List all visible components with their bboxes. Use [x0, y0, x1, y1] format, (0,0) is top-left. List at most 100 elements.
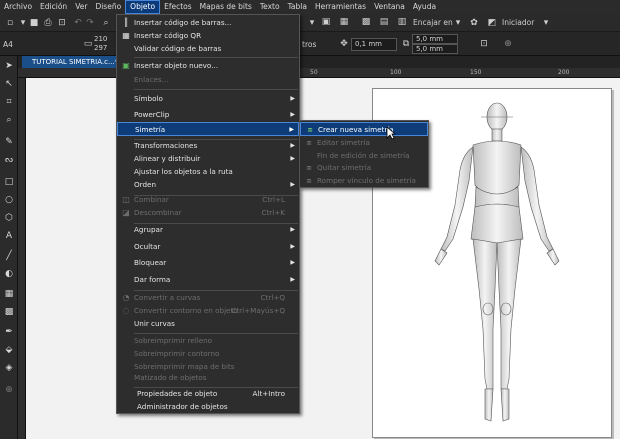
menu-item-fit-to-path[interactable]: Ajustar los objetos a la ruta	[117, 165, 299, 179]
menu-item-outline-to-object[interactable]: ◌ Convertir contorno en objeto Ctrl+Mayú…	[117, 304, 299, 318]
zoom-dropdown-icon[interactable]: ▾	[306, 17, 318, 29]
menu-item-align-distribute[interactable]: Alinear y distribuir ▶	[117, 152, 299, 166]
menu-mapas-de-bits[interactable]: Mapas de bits	[196, 0, 256, 14]
outline-object-icon: ◌	[122, 306, 130, 315]
menu-item-hide[interactable]: Ocultar ▶	[117, 240, 299, 254]
menu-edicion[interactable]: Edición	[36, 0, 71, 14]
menu-item-create-symmetry[interactable]: ⧈ Crear nueva simetría	[300, 122, 428, 136]
menu-item-remove-symmetry[interactable]: ⧈ Quitar simetría	[300, 161, 428, 175]
menu-texto[interactable]: Texto	[256, 0, 284, 14]
new-document-icon[interactable]: ▫	[4, 17, 16, 29]
treat-as-filled-icon[interactable]: ⊡	[478, 38, 490, 50]
menu-item-group[interactable]: Agrupar ▶	[117, 223, 299, 237]
chevron-right-icon: ▶	[290, 95, 295, 102]
menu-item-break-symmetry-link[interactable]: ⧈ Romper vínculo de simetría	[300, 174, 428, 188]
page-height-field[interactable]: 297	[94, 44, 107, 52]
menu-item-object-properties[interactable]: Propiedades de objeto Alt+Intro	[117, 387, 299, 401]
units-select[interactable]: tros	[302, 40, 316, 49]
fullscreen-icon[interactable]: ▣	[320, 16, 332, 28]
ellipse-tool-icon[interactable]: ○	[3, 194, 15, 206]
polygon-tool-icon[interactable]: ⬡	[3, 212, 15, 224]
lock-icon[interactable]: ⊡	[56, 17, 68, 29]
menu-item-symbol[interactable]: Símbolo ▶	[117, 92, 299, 106]
menu-objeto[interactable]: Objeto	[125, 0, 161, 14]
interactive-fill-icon[interactable]: ◐	[3, 268, 15, 280]
connector-tool-icon[interactable]: ╱	[3, 250, 15, 262]
menu-item-validate-barcode[interactable]: Validar código de barras	[117, 42, 299, 56]
shape-tool-icon[interactable]: ↖	[3, 78, 15, 90]
menu-item-insert-barcode[interactable]: ║ Insertar código de barras...	[117, 16, 299, 30]
launcher-icon[interactable]: ◩	[486, 17, 498, 29]
guides-icon[interactable]: ▤	[378, 16, 390, 28]
menu-item-object-hinting[interactable]: Matizado de objetos	[117, 371, 299, 385]
menu-item-overprint-outline[interactable]: Sobreimprimir contorno	[117, 347, 299, 361]
menu-tabla[interactable]: Tabla	[284, 0, 311, 14]
menu-item-object-manager[interactable]: Administrador de objetos	[117, 400, 299, 414]
qr-icon: ▦	[122, 31, 130, 40]
vertical-ruler[interactable]	[18, 78, 26, 439]
fill-tool-icon[interactable]: ⬙	[3, 344, 15, 356]
duplicate-x-field[interactable]: 5,0 mm	[412, 34, 458, 44]
page-size-select[interactable]: A4	[3, 40, 13, 49]
menu-item-links[interactable]: Enlaces...	[117, 73, 299, 87]
menu-ayuda[interactable]: Ayuda	[409, 0, 440, 14]
add-tool-icon[interactable]: ⊕	[3, 384, 15, 396]
redo-icon[interactable]: ↷	[84, 17, 96, 29]
menu-item-symmetry[interactable]: Simetría ▶	[117, 122, 299, 136]
standard-toolbar: ▫ ▾ ■ ⎙ ⊡ ↶ ↷ ⌕ ▾ ▣ ▦ ▩ ▤ ▥ Encajar en ▾…	[0, 14, 620, 32]
menu-item-convert-to-curves[interactable]: ◔ Convertir a curvas Ctrl+Q	[117, 291, 299, 305]
search-icon[interactable]: ⌕	[100, 17, 112, 29]
snap-dropdown-icon[interactable]: ▾	[452, 17, 464, 29]
menu-item-edit-symmetry[interactable]: ⧈ Editar simetría	[300, 136, 428, 150]
freehand-tool-icon[interactable]: ✎	[3, 136, 15, 148]
grid-icon[interactable]: ▩	[360, 16, 372, 28]
menu-item-insert-object[interactable]: ▣ Insertar objeto nuevo...	[117, 59, 299, 73]
text-tool-icon[interactable]: A	[3, 230, 15, 242]
add-icon[interactable]: ⊕	[502, 38, 514, 50]
property-bar: A4 ▭ 210 297 tros ✥ 0,1 mm ⧉ 5,0 mm 5,0 …	[0, 32, 620, 56]
menu-diseno[interactable]: Diseño	[91, 0, 125, 14]
nudge-distance-field[interactable]: 0,1 mm	[351, 38, 397, 51]
print-icon[interactable]: ⎙	[42, 17, 54, 29]
gear-icon[interactable]: ✿	[468, 17, 480, 29]
launcher-dropdown-icon[interactable]: ▾	[540, 17, 552, 29]
rulers-icon[interactable]: ▦	[338, 16, 350, 28]
undo-icon[interactable]: ↶	[72, 17, 84, 29]
menu-item-order[interactable]: Orden ▶	[117, 178, 299, 192]
menu-item-insert-qr[interactable]: ▦ Insertar código QR	[117, 29, 299, 43]
menu-item-combine[interactable]: ◫ Combinar Ctrl+L	[117, 193, 299, 207]
document-tab[interactable]: TUTORIAL SIMETRIA.c...*	[22, 56, 122, 68]
smart-fill-icon[interactable]: ◈	[3, 362, 15, 374]
menu-item-transformations[interactable]: Transformaciones ▶	[117, 139, 299, 153]
launcher-label[interactable]: Iniciador	[502, 18, 534, 27]
menu-herramientas[interactable]: Herramientas	[311, 0, 370, 14]
symmetry-new-icon: ⧈	[307, 125, 313, 134]
artistic-media-icon[interactable]: ᔓ	[3, 154, 15, 166]
menu-efectos[interactable]: Efectos	[160, 0, 196, 14]
dynamic-guides-icon[interactable]: ▥	[396, 16, 408, 28]
save-icon[interactable]: ■	[28, 17, 40, 29]
transparency-tool-icon[interactable]: ▦	[3, 288, 15, 300]
crop-tool-icon[interactable]: ⌗	[3, 96, 15, 108]
menu-item-join-curves[interactable]: Unir curvas	[117, 317, 299, 331]
menu-item-overprint-fill[interactable]: Sobreimprimir relleno	[117, 334, 299, 348]
horizontal-ruler[interactable]: 50 100 150 200	[18, 68, 620, 78]
eyedropper-tool-icon[interactable]: ✒	[3, 326, 15, 338]
checker-icon[interactable]: ▩	[3, 306, 15, 318]
chevron-right-icon: ▶	[290, 111, 295, 118]
menu-ver[interactable]: Ver	[71, 0, 91, 14]
toolbox: ➤ ↖ ⌗ ⌕ ✎ ᔓ □ ○ ⬡ A ╱ ◐ ▦ ▩ ✒ ⬙ ◈ ⊕	[0, 56, 18, 439]
menu-item-shape[interactable]: Dar forma ▶	[117, 273, 299, 287]
menu-item-lock[interactable]: Bloquear ▶	[117, 256, 299, 270]
convert-curves-icon: ◔	[122, 293, 130, 302]
menu-archivo[interactable]: Archivo	[0, 0, 36, 14]
duplicate-y-field[interactable]: 5,0 mm	[412, 44, 458, 54]
pick-tool-icon[interactable]: ➤	[3, 60, 15, 72]
zoom-tool-icon[interactable]: ⌕	[3, 114, 15, 126]
snap-to-label[interactable]: Encajar en	[413, 18, 453, 27]
page-width-field[interactable]: 210	[94, 35, 107, 43]
menu-item-powerclip[interactable]: PowerClip ▶	[117, 108, 299, 122]
menu-ventana[interactable]: Ventana	[370, 0, 409, 14]
menu-item-break-apart[interactable]: ◪ Descombinar Ctrl+K	[117, 206, 299, 220]
rectangle-tool-icon[interactable]: □	[3, 176, 15, 188]
